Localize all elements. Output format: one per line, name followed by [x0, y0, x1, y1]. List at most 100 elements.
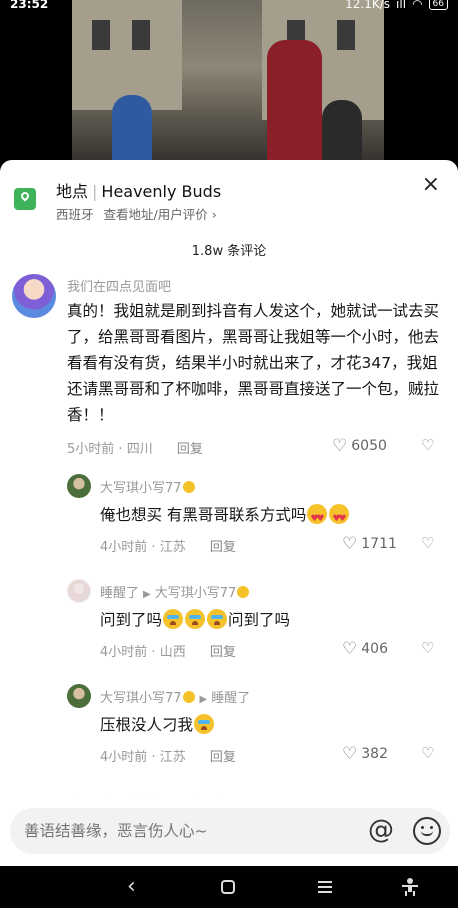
location-divider: |: [92, 182, 98, 201]
reply-username-text: 大写琪小写77: [100, 481, 182, 496]
emoji-mouth: [421, 831, 433, 836]
reply-text: 问到了吗 问到了吗: [100, 607, 440, 633]
reply-button[interactable]: 回复: [210, 645, 236, 660]
video-window: [92, 20, 110, 50]
location-header[interactable]: 地点 | Heavenly Buds 西班牙 查看地址/用户评价 › ×: [0, 160, 458, 224]
video-window: [132, 20, 150, 50]
like-button[interactable]: ♡ 6050: [332, 436, 387, 456]
comment-input-box[interactable]: @: [10, 808, 450, 854]
like-button[interactable]: ♡ 382: [342, 744, 388, 764]
heart-eyes-emoji-icon: [329, 504, 350, 532]
video-person: [267, 40, 322, 168]
reply-location: 江苏: [159, 540, 186, 555]
comment-meta: 5小时前 · 四川 回复: [67, 442, 203, 457]
avatar[interactable]: [67, 579, 91, 603]
comment-text: 真的！我姐就是刷到抖音有人发这个，她就试一试去买了，给黑哥哥看图片，黑哥哥让我姐…: [67, 302, 440, 424]
video-building: [72, 0, 182, 110]
like-button[interactable]: ♡ 406: [342, 639, 388, 659]
comment-time: 5小时前: [67, 442, 115, 457]
system-nav-bar: ‹: [0, 866, 458, 908]
like-count: 406: [361, 641, 388, 657]
emoji-icon[interactable]: [413, 817, 441, 845]
reply-username[interactable]: 睡醒了 ▶ 大写琪小写77: [100, 582, 250, 601]
reply-text-content: 问到了吗: [100, 611, 163, 629]
network-speed: 12.1K/s: [345, 0, 391, 11]
reply-username[interactable]: 大写琪小写77: [100, 477, 196, 496]
home-icon[interactable]: [221, 880, 235, 894]
sleepy-emoji-icon: [182, 481, 195, 493]
video-person: [112, 95, 152, 168]
crying-emoji-icon: [163, 609, 184, 629]
reply-to-username: 大写琪小写77: [154, 586, 237, 601]
reply-location: 山西: [159, 645, 186, 660]
comment-input-bar: @: [0, 796, 458, 866]
reply-button[interactable]: 回复: [177, 442, 203, 457]
reply-time: 4小时前: [100, 750, 148, 765]
location-title: 地点 | Heavenly Buds: [56, 178, 221, 202]
map-pin-icon: [14, 188, 36, 210]
dislike-icon[interactable]: ♡: [421, 436, 434, 454]
video-window: [337, 20, 355, 50]
reply-text-content: 压根没人刁我: [100, 716, 194, 734]
comment-sheet: 地点 | Heavenly Buds 西班牙 查看地址/用户评价 › × 1.8w …: [0, 160, 458, 865]
sleepy-emoji-icon: [237, 586, 250, 598]
reply-location: 江苏: [159, 750, 186, 765]
comment-input[interactable]: [24, 822, 354, 840]
chevron-right-icon: ›: [211, 207, 217, 222]
wifi-icon: ◠: [412, 0, 423, 11]
reply-username-text: 睡醒了: [100, 586, 140, 601]
location-country: 西班牙: [56, 207, 94, 222]
reply-to-username: 睡醒了: [211, 691, 251, 706]
reply-button[interactable]: 回复: [210, 540, 236, 555]
reply-item: 睡醒了 ▶ 大写琪小写77 问到了吗 问到了吗 4小时前 · 山西 回复 ♡ 406 …: [0, 575, 458, 670]
comment-count: 1.8w 条评论: [191, 244, 267, 259]
reply-time: 4小时前: [100, 645, 148, 660]
crying-emoji-icon: [207, 609, 228, 629]
reply-arrow-icon: ▶: [143, 589, 151, 600]
location-links: 查看地址/用户评价: [103, 207, 208, 222]
signal-icon: ıll: [396, 0, 407, 11]
reply-text: 俺也想买 有黑哥哥联系方式吗: [100, 502, 440, 532]
video-person: [322, 100, 362, 168]
dislike-icon[interactable]: ♡: [421, 639, 434, 657]
comment-location: 四川: [126, 442, 153, 457]
reply-meta: 4小时前 · 江苏 回复: [100, 750, 236, 765]
mention-button[interactable]: @: [368, 814, 394, 846]
battery-icon: 66: [428, 0, 448, 10]
comment-item: 我们在四点见面吧 真的！我姐就是刷到抖音有人发这个，她就试一试去买了，给黑哥哥看…: [0, 270, 458, 460]
avatar[interactable]: [67, 474, 91, 498]
like-button[interactable]: ♡ 1711: [342, 534, 397, 554]
heart-icon: ♡: [342, 744, 358, 764]
reply-button[interactable]: 回复: [210, 750, 236, 765]
back-icon[interactable]: ‹: [127, 874, 136, 899]
reply-arrow-icon: ▶: [199, 694, 208, 705]
reply-text: 压根没人刁我: [100, 712, 440, 738]
dislike-icon[interactable]: ♡: [421, 744, 434, 762]
reply-text-content: 问到了吗: [228, 611, 291, 629]
reply-username[interactable]: 大写琪小写77 ▶ 睡醒了: [100, 687, 250, 706]
reply-username-text: 大写琪小写77: [100, 691, 182, 706]
status-bar: 23:52 12.1K/s ıll ◠ 66: [0, 0, 458, 14]
close-button[interactable]: ×: [422, 174, 440, 196]
heart-icon: ♡: [342, 639, 358, 659]
sleepy-emoji-icon: [182, 691, 195, 703]
dislike-icon[interactable]: ♡: [421, 534, 434, 552]
like-count: 6050: [351, 438, 387, 454]
heart-eyes-emoji-icon: [307, 504, 328, 532]
location-subtitle[interactable]: 西班牙 查看地址/用户评价 ›: [56, 204, 217, 223]
heart-icon: ♡: [342, 534, 358, 554]
location-name: Heavenly Buds: [101, 182, 222, 201]
avatar[interactable]: [67, 684, 91, 708]
reply-meta: 4小时前 · 山西 回复: [100, 645, 236, 660]
status-icons: 12.1K/s ıll ◠ 66: [345, 0, 448, 10]
crying-emoji-icon: [185, 609, 206, 629]
video-preview[interactable]: [72, 0, 384, 168]
accessibility-icon[interactable]: [402, 878, 418, 896]
comment-username[interactable]: 我们在四点见面吧: [67, 276, 171, 295]
crying-emoji-icon: [194, 714, 215, 734]
reply-text-content: 俺也想买 有黑哥哥联系方式吗: [100, 506, 307, 524]
location-label: 地点: [56, 182, 89, 201]
menu-icon[interactable]: [318, 881, 332, 896]
reply-item: 大写琪小写77 俺也想买 有黑哥哥联系方式吗 4小时前 · 江苏 回复 ♡ 17…: [0, 470, 458, 565]
avatar[interactable]: [12, 274, 56, 318]
